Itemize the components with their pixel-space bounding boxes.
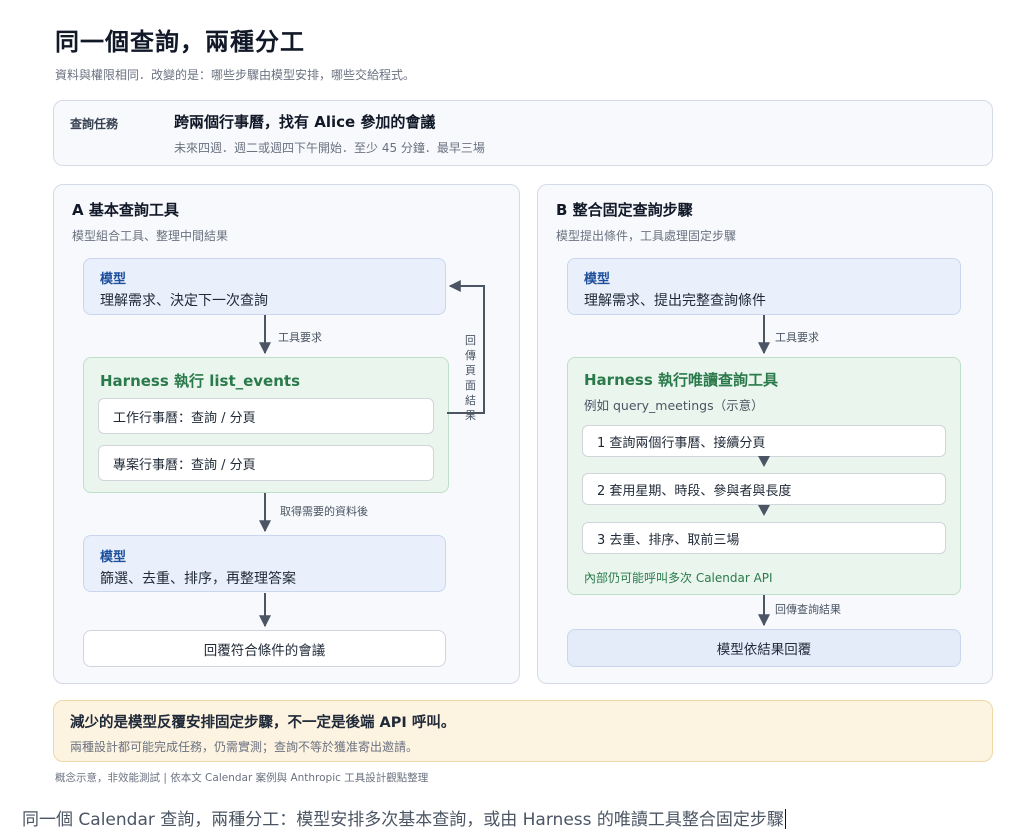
query-task-box: 查詢任務 跨兩個行事曆，找有 Alice 參加的會議 未來四週．週二或週四下午開… — [53, 100, 993, 166]
conclusion-callout: 減少的是模型反覆安排固定步驟，不一定是後端 API 呼叫。 兩種設計都可能完成任… — [53, 700, 993, 762]
harness-note: 內部仍可能呼叫多次 Calendar API — [584, 571, 773, 585]
panel-a-subtitle: 模型組合工具、整理中間結果 — [72, 229, 229, 243]
footnote: 概念示意，非效能測試 | 依本文 Calendar 案例與 Anthropic … — [55, 772, 429, 784]
harness-title: Harness 執行 list_events — [100, 372, 301, 390]
step-3: 3 去重、排序、取前三場 — [582, 522, 946, 554]
panel-a-harness-box: Harness 執行 list_events 工作行事曆：查詢 / 分頁 專案行… — [83, 357, 449, 493]
panel-a-model-box-2: 模型 篩選、去重、排序，再整理答案 — [83, 535, 446, 592]
model-body: 篩選、去重、排序，再整理答案 — [100, 571, 296, 587]
return-label-line-2: 頁面 — [465, 364, 476, 392]
page-title: 同一個查詢，兩種分工 — [55, 28, 305, 56]
work-calendar-query: 工作行事曆：查詢 / 分頁 — [98, 398, 434, 434]
return-page-results-label: 回傳 頁面 結果 — [465, 333, 483, 423]
project-calendar-query: 專案行事曆：查詢 / 分頁 — [98, 445, 434, 481]
panel-a: A 基本查詢工具 模型組合工具、整理中間結果 模型 理解需求、決定下一次查詢 工… — [53, 184, 520, 684]
tool-request-label: 工具要求 — [278, 331, 322, 344]
callout-body: 兩種設計都可能完成任務，仍需實測；查詢不等於獲准寄出邀請。 — [70, 740, 419, 754]
return-query-results-label: 回傳查詢結果 — [775, 603, 841, 616]
task-label: 查詢任務 — [70, 117, 119, 131]
panel-b-model-box: 模型 理解需求、提出完整查詢條件 — [567, 258, 961, 315]
panel-b-harness-box: Harness 執行唯讀查詢工具 例如 query_meetings（示意） 1… — [567, 357, 961, 595]
panel-a-model-box: 模型 理解需求、決定下一次查詢 — [83, 258, 446, 315]
model-body: 理解需求、決定下一次查詢 — [100, 293, 268, 309]
harness-title: Harness 執行唯讀查詢工具 — [584, 371, 779, 389]
model-head: 模型 — [100, 550, 127, 565]
model-head: 模型 — [584, 272, 611, 287]
callout-title: 減少的是模型反覆安排固定步驟，不一定是後端 API 呼叫。 — [70, 715, 456, 731]
caption-text: 同一個 Calendar 查詢，兩種分工：模型安排多次基本查詢，或由 Harne… — [22, 810, 784, 830]
model-head: 模型 — [100, 272, 127, 287]
figure-caption: 同一個 Calendar 查詢，兩種分工：模型安排多次基本查詢，或由 Harne… — [22, 805, 786, 830]
page-subtitle: 資料與權限相同．改變的是：哪些步驟由模型安排，哪些交給程式。 — [55, 68, 416, 82]
return-label-line-1: 回傳 — [465, 334, 476, 362]
panel-b-result-box: 模型依結果回覆 — [567, 629, 961, 667]
task-title: 跨兩個行事曆，找有 Alice 參加的會議 — [174, 113, 436, 131]
panel-b: B 整合固定查詢步驟 模型提出條件，工具處理固定步驟 模型 理解需求、提出完整查… — [537, 184, 993, 684]
after-data-label: 取得需要的資料後 — [280, 505, 368, 518]
text-cursor — [784, 809, 786, 829]
panel-a-title: A 基本查詢工具 — [72, 201, 179, 219]
panel-b-subtitle: 模型提出條件，工具處理固定步驟 — [556, 229, 737, 243]
step-2: 2 套用星期、時段、參與者與長度 — [582, 473, 946, 505]
return-label-line-3: 結果 — [465, 394, 476, 422]
harness-subtitle: 例如 query_meetings（示意） — [584, 398, 764, 413]
task-detail: 未來四週．週二或週四下午開始．至少 45 分鐘．最早三場 — [174, 141, 485, 155]
panel-a-result-box: 回覆符合條件的會議 — [83, 630, 446, 667]
tool-request-label: 工具要求 — [775, 331, 819, 344]
model-body: 理解需求、提出完整查詢條件 — [584, 293, 766, 309]
step-1: 1 查詢兩個行事曆、接續分頁 — [582, 425, 946, 457]
panel-b-title: B 整合固定查詢步驟 — [556, 201, 693, 219]
